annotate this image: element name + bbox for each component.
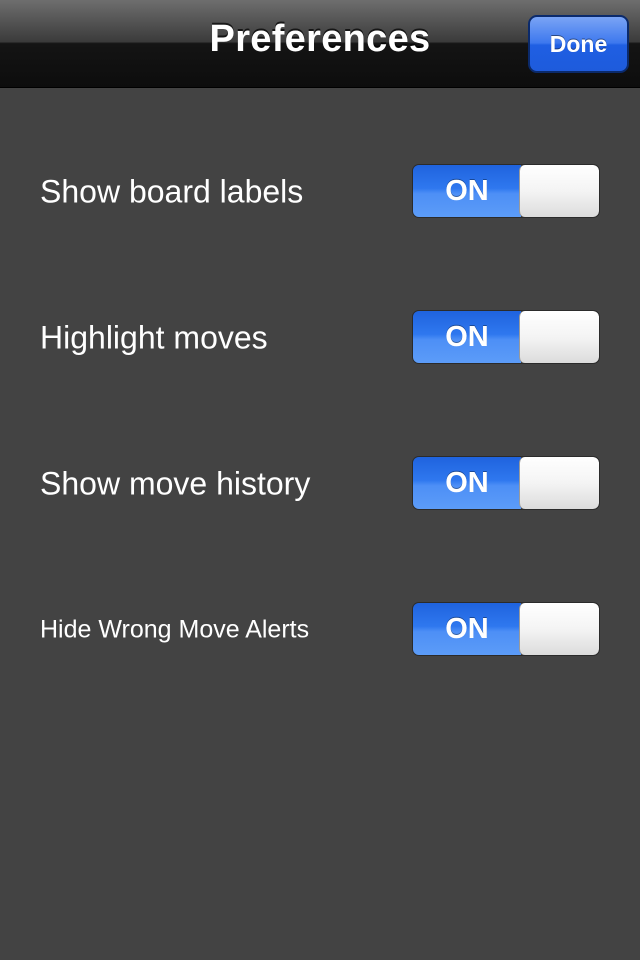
- preference-row-hide-wrong-move-alerts: Hide Wrong Move Alerts ON: [0, 602, 640, 658]
- preference-row-highlight-moves: Highlight moves ON: [0, 310, 640, 366]
- preference-label: Show move history: [40, 465, 311, 502]
- switch-on-label: ON: [413, 311, 521, 363]
- switch-on-label: ON: [413, 457, 521, 509]
- hide-wrong-move-alerts-switch[interactable]: ON: [412, 602, 600, 656]
- highlight-moves-switch[interactable]: ON: [412, 310, 600, 364]
- navigation-bar: Preferences Done: [0, 0, 640, 88]
- switch-knob: [519, 603, 599, 655]
- preference-label: Hide Wrong Move Alerts: [40, 615, 310, 644]
- show-board-labels-switch[interactable]: ON: [412, 164, 600, 218]
- preference-row-show-board-labels: Show board labels ON: [0, 164, 640, 220]
- switch-knob: [519, 165, 599, 217]
- preference-label: Highlight moves: [40, 319, 268, 356]
- preference-row-show-move-history: Show move history ON: [0, 456, 640, 512]
- switch-on-label: ON: [413, 165, 521, 217]
- done-button[interactable]: Done: [528, 15, 629, 73]
- switch-knob: [519, 457, 599, 509]
- switch-knob: [519, 311, 599, 363]
- preferences-screen: Preferences Done Show board labels ON Hi…: [0, 0, 640, 960]
- switch-on-label: ON: [413, 603, 521, 655]
- preference-label: Show board labels: [40, 173, 304, 210]
- show-move-history-switch[interactable]: ON: [412, 456, 600, 510]
